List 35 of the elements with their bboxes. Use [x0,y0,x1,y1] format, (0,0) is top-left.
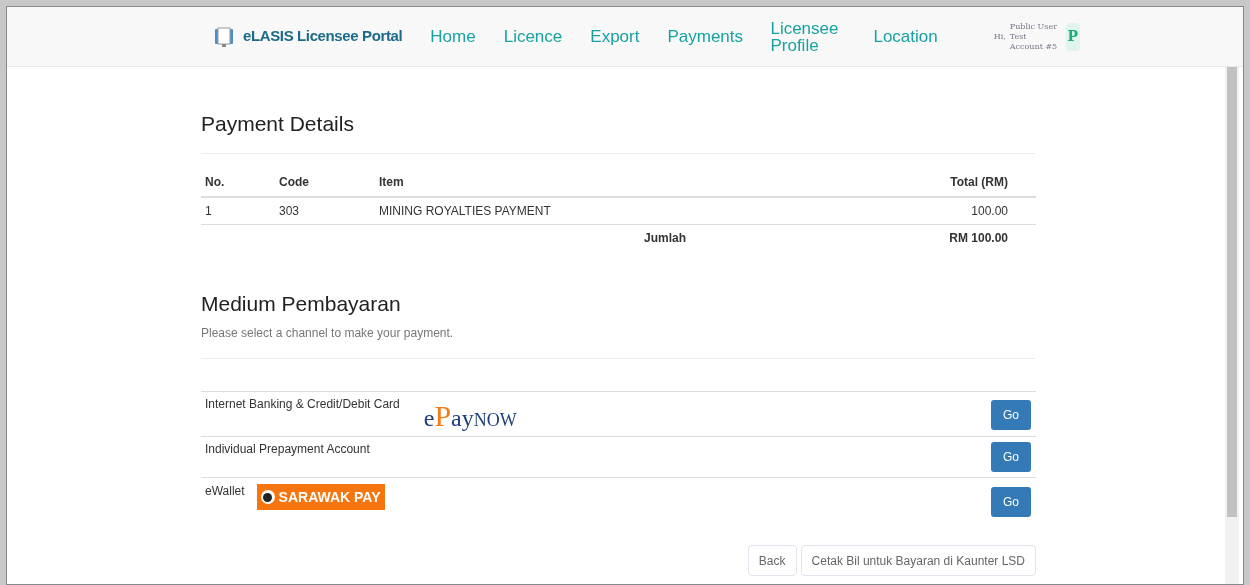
clipboard-icon [213,25,235,48]
section-title: Medium Pembayaran [201,291,402,317]
user-name: Public User Test Account #5 [1009,21,1059,52]
back-button[interactable]: Back [747,545,797,576]
column-header: Total (RM) [950,175,1008,189]
go-button[interactable]: Go [991,487,1031,517]
greeting-text: Hi, [993,30,1006,43]
go-button[interactable]: Go [991,442,1031,472]
section-subtitle: Please select a channel to make your payment. [201,326,1036,359]
epaynow-logo: ePayNOW [423,401,517,431]
print-bill-button[interactable]: Cetak Bil untuk Bayaran di Kaunter LSD [800,545,1036,576]
total-label: Jumlah [644,231,686,245]
channel-label: Individual Prepayment Account [205,442,370,456]
nav-link[interactable]: Export [590,28,640,45]
scrollbar[interactable] [1225,67,1239,584]
column-header: No. [205,175,225,189]
column-header: Code [279,175,309,189]
table-cell: MINING ROYALTIES PAYMENT [379,204,551,218]
table-cell: 1 [205,204,212,218]
nav-link[interactable]: Licensee Profile [770,19,846,54]
nav-link[interactable]: Location [873,28,938,45]
sarawak-pay-logo: SARAWAK PAY [256,484,385,510]
column-header: Item [379,175,404,189]
channel-label: eWallet [205,484,245,498]
user-avatar[interactable]: P [1065,22,1080,51]
brand-title[interactable]: eLASIS Licensee Portal [243,25,403,48]
table-cell: 100.00 [971,204,1008,218]
table-cell: 303 [279,204,300,218]
section-title: Payment Details [201,111,1036,154]
nav-link[interactable]: Home [430,28,476,45]
channel-label: Internet Banking & Credit/Debit Card [205,397,400,411]
total-value: RM 100.00 [949,231,1008,245]
nav-link[interactable]: Licence [503,28,563,45]
nav-link[interactable]: Payments [667,28,743,45]
go-button[interactable]: Go [991,400,1031,430]
